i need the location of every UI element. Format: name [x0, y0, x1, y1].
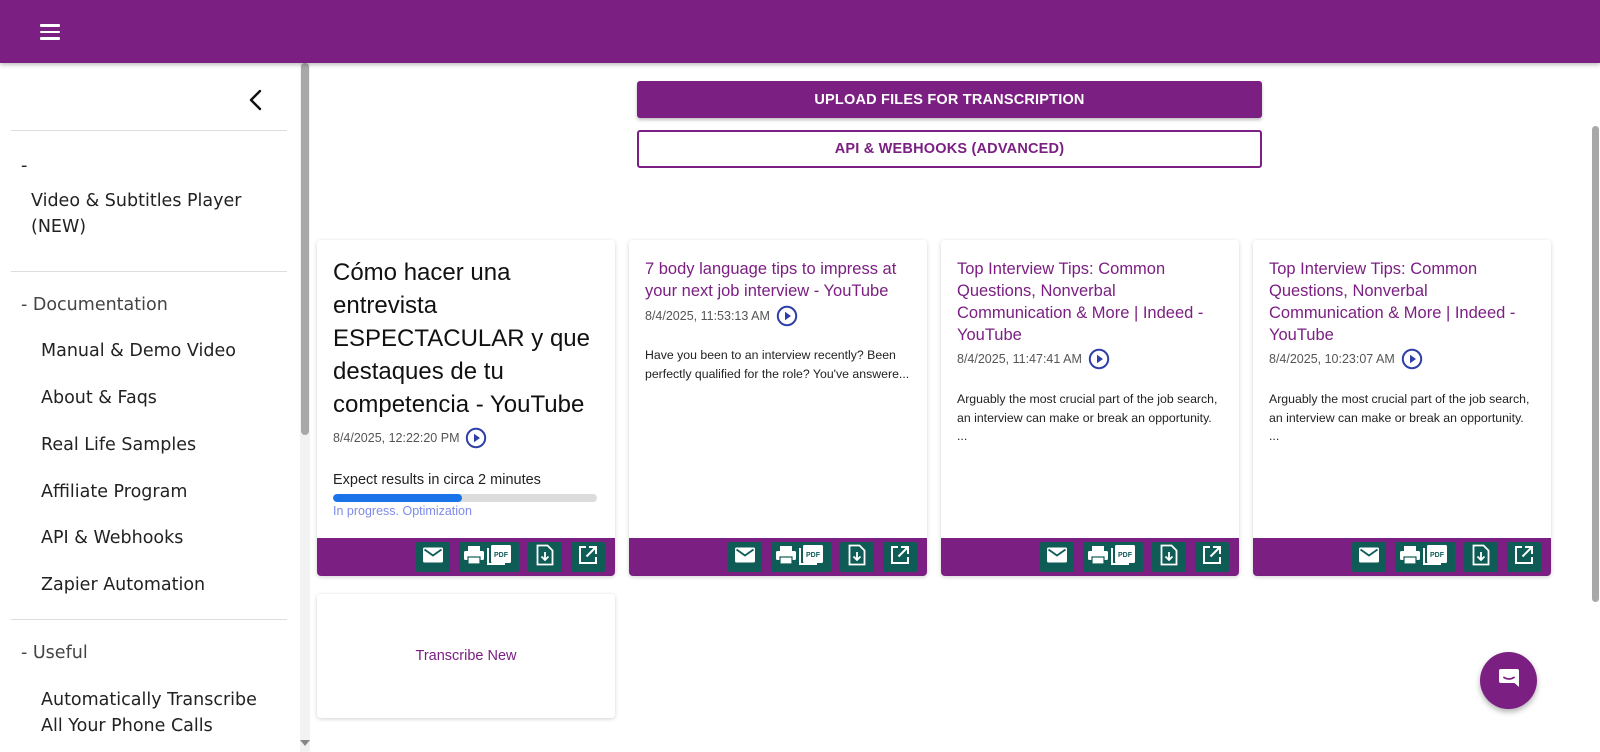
download-button[interactable] — [528, 542, 562, 572]
card-description: Arguably the most crucial part of the jo… — [1269, 392, 1530, 443]
sidebar-item-samples[interactable]: Real Life Samples — [41, 432, 196, 458]
play-icon[interactable] — [465, 427, 487, 449]
api-webhooks-button[interactable]: API & WEBHOOKS (ADVANCED) — [637, 130, 1262, 168]
transcribe-new-card[interactable]: Transcribe New — [317, 594, 615, 718]
print-pdf-button[interactable]: PDF — [771, 542, 831, 572]
play-icon[interactable] — [1401, 348, 1423, 370]
app-bar — [0, 0, 1600, 63]
sidebar-divider — [11, 130, 287, 131]
sidebar-dash: - — [21, 156, 28, 176]
main-scrollbar-thumb[interactable] — [1592, 126, 1599, 602]
sidebar-section-useful: - Useful — [21, 643, 88, 663]
progress-label: Expect results in circa 2 minutes — [333, 472, 541, 488]
sidebar-item-affiliate[interactable]: Affiliate Program — [41, 479, 187, 505]
chat-bubble-icon — [1496, 665, 1522, 696]
main-content: UPLOAD FILES FOR TRANSCRIPTION API & WEB… — [310, 63, 1590, 752]
open-external-button[interactable] — [883, 542, 917, 572]
download-icon — [1472, 544, 1490, 571]
open-external-icon — [578, 545, 598, 570]
transcription-card: 7 body language tips to impress at your … — [629, 240, 927, 576]
sidebar-item-manual[interactable]: Manual & Demo Video — [41, 338, 236, 364]
print-pdf-icon: PDF — [1399, 544, 1451, 571]
email-button[interactable] — [1040, 542, 1074, 572]
print-pdf-button[interactable]: PDF — [1395, 542, 1455, 572]
card-date: 8/4/2025, 11:47:41 AM — [957, 348, 1110, 370]
progress-bar — [333, 494, 597, 502]
svg-text:PDF: PDF — [806, 552, 821, 559]
print-pdf-icon: PDF — [1087, 544, 1139, 571]
play-icon[interactable] — [776, 305, 798, 327]
play-icon[interactable] — [1088, 348, 1110, 370]
print-pdf-icon: PDF — [775, 544, 827, 571]
card-date-text: 8/4/2025, 11:47:41 AM — [957, 352, 1082, 366]
sidebar-scrollbar-thumb[interactable] — [301, 63, 309, 435]
card-actions: PDF — [317, 538, 615, 576]
card-date: 8/4/2025, 10:23:07 AM — [1269, 348, 1423, 370]
transcription-card: Top Interview Tips: Common Questions, No… — [1253, 240, 1551, 576]
email-button[interactable] — [1352, 542, 1386, 572]
card-actions: PDF — [941, 538, 1239, 576]
email-icon — [1046, 546, 1068, 569]
sidebar: - Video & Subtitles Player (NEW) - Docum… — [0, 63, 300, 752]
card-title[interactable]: Top Interview Tips: Common Questions, No… — [1269, 258, 1537, 346]
download-icon — [848, 544, 866, 571]
card-description: Have you been to an interview recently? … — [645, 348, 910, 381]
open-external-button[interactable] — [1195, 542, 1229, 572]
card-title[interactable]: Top Interview Tips: Common Questions, No… — [957, 258, 1225, 346]
hamburger-menu-icon[interactable] — [36, 18, 64, 46]
svg-text:PDF: PDF — [1118, 552, 1133, 559]
email-icon — [734, 546, 756, 569]
card-date-text: 8/4/2025, 11:53:13 AM — [645, 309, 770, 323]
open-external-icon — [1202, 545, 1222, 570]
sidebar-item-about[interactable]: About & Faqs — [41, 385, 157, 411]
sidebar-item-phone-calls[interactable]: Automatically Transcribe All Your Phone … — [41, 687, 281, 739]
progress-bar-fill — [333, 494, 463, 502]
download-button[interactable] — [1464, 542, 1498, 572]
sidebar-item-video-player[interactable]: Video & Subtitles Player (NEW) — [31, 188, 271, 240]
card-date: 8/4/2025, 11:53:13 AM — [645, 305, 798, 327]
sidebar-item-zapier[interactable]: Zapier Automation — [41, 572, 205, 598]
svg-text:PDF: PDF — [494, 552, 509, 559]
chevron-left-icon[interactable] — [242, 85, 272, 115]
email-icon — [422, 546, 444, 569]
download-button[interactable] — [1152, 542, 1186, 572]
sidebar-section-documentation: - Documentation — [21, 295, 168, 315]
download-icon — [536, 544, 554, 571]
card-description: Arguably the most crucial part of the jo… — [957, 392, 1218, 443]
upload-files-button[interactable]: UPLOAD FILES FOR TRANSCRIPTION — [637, 81, 1262, 118]
print-pdf-icon: PDF — [463, 544, 515, 571]
email-button[interactable] — [728, 542, 762, 572]
chat-button[interactable] — [1480, 652, 1537, 709]
email-icon — [1358, 546, 1380, 569]
sidebar-item-api[interactable]: API & Webhooks — [41, 525, 183, 551]
card-date-text: 8/4/2025, 10:23:07 AM — [1269, 352, 1395, 366]
open-external-button[interactable] — [1507, 542, 1541, 572]
svg-text:PDF: PDF — [1430, 552, 1445, 559]
card-title[interactable]: 7 body language tips to impress at your … — [645, 258, 913, 302]
card-date-text: 8/4/2025, 12:22:20 PM — [333, 431, 460, 445]
transcription-card: Cómo hacer una entrevista ESPECTACULAR y… — [317, 240, 615, 576]
card-title[interactable]: Cómo hacer una entrevista ESPECTACULAR y… — [333, 256, 601, 421]
download-icon — [1160, 544, 1178, 571]
card-actions: PDF — [1253, 538, 1551, 576]
card-actions: PDF — [629, 538, 927, 576]
download-button[interactable] — [840, 542, 874, 572]
transcribe-new-label: Transcribe New — [415, 648, 517, 664]
email-button[interactable] — [416, 542, 450, 572]
card-date: 8/4/2025, 12:22:20 PM — [333, 427, 487, 449]
progress-status: In progress. Optimization — [333, 504, 472, 518]
open-external-button[interactable] — [571, 542, 605, 572]
print-pdf-button[interactable]: PDF — [1083, 542, 1143, 572]
transcription-card: Top Interview Tips: Common Questions, No… — [941, 240, 1239, 576]
open-external-icon — [1514, 545, 1534, 570]
sidebar-divider — [11, 619, 287, 620]
scroll-down-arrow-icon[interactable] — [300, 740, 310, 746]
sidebar-divider — [11, 271, 287, 272]
open-external-icon — [890, 545, 910, 570]
print-pdf-button[interactable]: PDF — [459, 542, 519, 572]
